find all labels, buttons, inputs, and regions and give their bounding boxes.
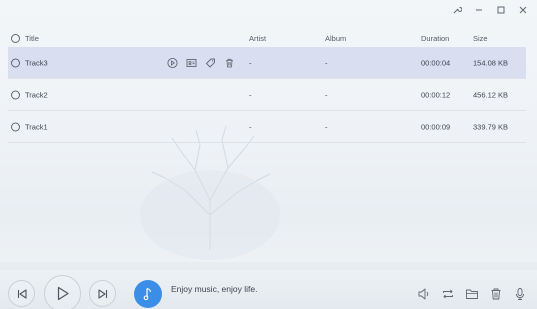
trash-icon[interactable] bbox=[224, 57, 235, 68]
table-header: Title Artist Album Duration Size bbox=[8, 30, 526, 46]
header-artist[interactable]: Artist bbox=[249, 34, 266, 43]
trash-icon[interactable] bbox=[489, 287, 503, 301]
folder-icon[interactable] bbox=[465, 287, 479, 301]
track-duration: 00:00:09 bbox=[421, 122, 451, 131]
track-duration: 00:00:04 bbox=[421, 58, 451, 67]
contact-card-icon[interactable] bbox=[186, 57, 197, 68]
track-artist: - bbox=[249, 122, 252, 131]
tagline: Enjoy music, enjoy life. bbox=[171, 284, 258, 294]
row-actions bbox=[167, 57, 235, 68]
repeat-icon[interactable] bbox=[441, 287, 455, 301]
header-size[interactable]: Size bbox=[473, 34, 488, 43]
row-select-radio[interactable] bbox=[11, 122, 20, 131]
skip-forward-icon bbox=[97, 288, 107, 299]
header-duration[interactable]: Duration bbox=[421, 34, 449, 43]
track-title: Track1 bbox=[25, 122, 48, 131]
track-title: Track3 bbox=[25, 58, 48, 67]
header-album[interactable]: Album bbox=[325, 34, 346, 43]
track-title: Track2 bbox=[25, 90, 48, 99]
skip-back-icon bbox=[17, 288, 27, 299]
track-size: 456.12 KB bbox=[473, 90, 509, 99]
table-row[interactable]: Track1 - - 00:00:09 339.79 KB bbox=[8, 111, 526, 143]
table-row[interactable]: Track3 - - 00:00:04 154.08 KB bbox=[8, 47, 526, 79]
music-note-icon bbox=[143, 287, 152, 301]
track-artist: - bbox=[249, 58, 252, 67]
tag-icon[interactable] bbox=[205, 57, 216, 68]
track-album: - bbox=[325, 122, 328, 131]
previous-button[interactable] bbox=[8, 280, 35, 307]
track-duration: 00:00:12 bbox=[421, 90, 451, 99]
track-album: - bbox=[325, 90, 328, 99]
close-icon[interactable] bbox=[517, 4, 529, 16]
minimize-icon[interactable] bbox=[473, 4, 485, 16]
wrench-icon[interactable] bbox=[451, 4, 463, 16]
microphone-icon[interactable] bbox=[513, 287, 527, 301]
track-list: Track3 - - 00:00:04 154.08 KB Track2 - -… bbox=[8, 47, 526, 143]
album-cover[interactable] bbox=[134, 280, 162, 308]
volume-icon[interactable] bbox=[417, 287, 431, 301]
play-circle-icon[interactable] bbox=[167, 57, 178, 68]
row-select-radio[interactable] bbox=[11, 90, 20, 99]
row-select-radio[interactable] bbox=[11, 58, 20, 67]
next-button[interactable] bbox=[89, 280, 116, 307]
track-artist: - bbox=[249, 90, 252, 99]
track-size: 154.08 KB bbox=[473, 58, 509, 67]
maximize-icon[interactable] bbox=[495, 4, 507, 16]
table-row[interactable]: Track2 - - 00:00:12 456.12 KB bbox=[8, 79, 526, 111]
track-size: 339.79 KB bbox=[473, 122, 509, 131]
window-controls bbox=[451, 4, 529, 16]
play-button[interactable] bbox=[44, 275, 81, 309]
select-all-radio[interactable] bbox=[11, 33, 20, 43]
play-icon bbox=[57, 286, 69, 301]
header-title[interactable]: Title bbox=[25, 34, 39, 43]
track-album: - bbox=[325, 58, 328, 67]
